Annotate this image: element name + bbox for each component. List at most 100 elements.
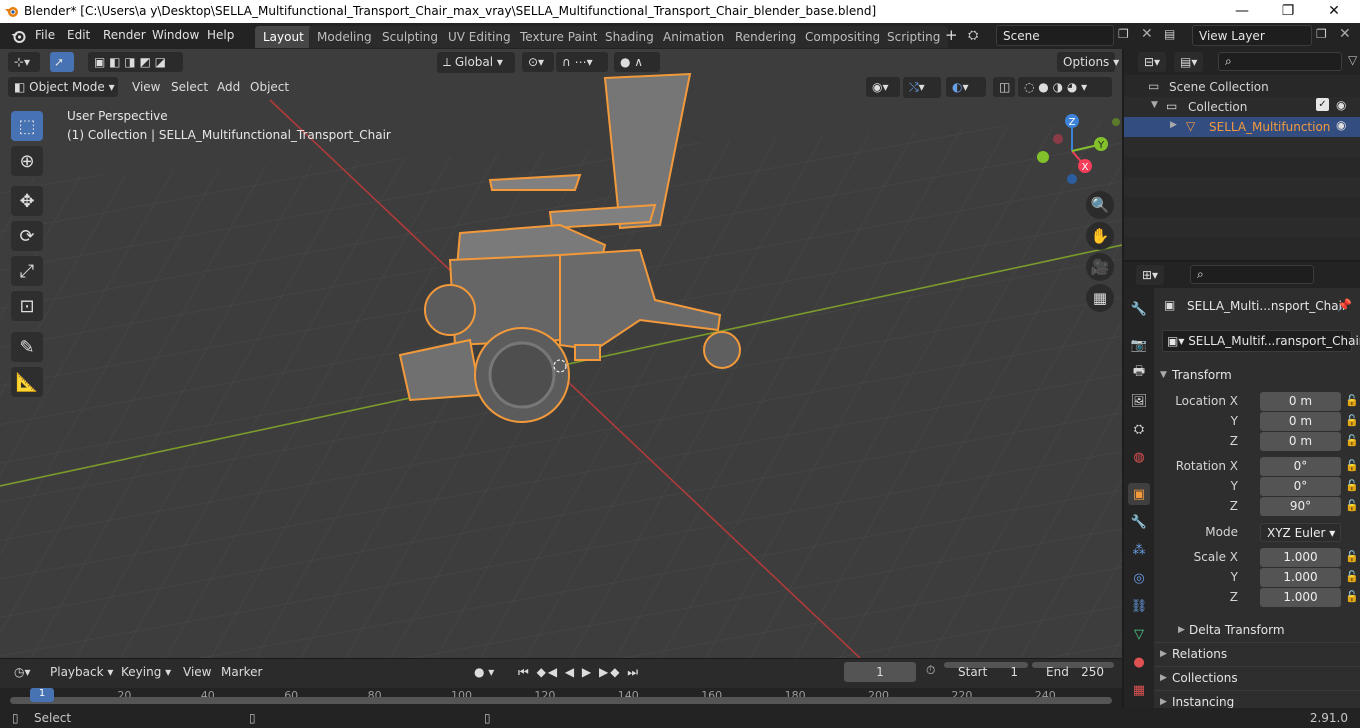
scale-y-field[interactable]: 1.000 (1260, 568, 1341, 587)
tab-rendering[interactable]: Rendering (727, 26, 805, 48)
view-layer-icon[interactable]: ▤ (1164, 27, 1175, 41)
outliner-display-mode[interactable]: ▤▾ (1174, 52, 1204, 72)
menu-object[interactable]: Object (244, 77, 295, 97)
tab-particles[interactable]: ⁂ (1128, 539, 1150, 561)
outliner-row-scene-collection[interactable]: ▭ Scene Collection (1124, 77, 1360, 97)
collection-eye-icon[interactable]: ◉ (1336, 98, 1346, 112)
current-frame-field[interactable]: 1 (844, 662, 916, 682)
rotation-mode-select[interactable]: XYZ Euler ▾ (1260, 523, 1341, 542)
lock-icon[interactable]: 🔓 (1345, 570, 1359, 583)
xray-toggle[interactable]: ◫ (993, 77, 1015, 97)
object-expand-icon[interactable]: ▶ (1170, 120, 1177, 130)
editor-type-button[interactable]: ⊹▾ (8, 52, 40, 72)
object-eye-icon[interactable]: ◉ (1336, 118, 1346, 132)
filter-icon[interactable]: ▽ (1348, 53, 1357, 67)
shading-modes[interactable]: ◌ ● ◑ ◕ ▾ (1018, 77, 1112, 97)
tab-render[interactable]: 📷 (1128, 334, 1150, 356)
3d-viewport[interactable]: ⊹▾ ➚ ▣ ◧ ◨ ◩ ◪ ⟂ Global ▾ ⊙▾ ∩ ⋯▾ ● ∧ Op… (0, 49, 1122, 658)
relations-header[interactable]: ▶ Relations (1154, 642, 1360, 664)
location-y-field[interactable]: 0 m (1260, 412, 1341, 431)
menu-keying[interactable]: Keying ▾ (115, 662, 177, 682)
zoom-button[interactable]: 🔍 (1086, 191, 1114, 219)
remove-scene-icon[interactable]: ✕ (1141, 26, 1153, 42)
tab-view-layer[interactable]: 🖼 (1128, 390, 1150, 412)
lock-icon[interactable]: 🔓 (1345, 394, 1359, 407)
options-button[interactable]: Options ▾ (1057, 52, 1119, 72)
cursor-tool[interactable]: ⊕ (11, 146, 43, 176)
annotate-tool[interactable]: ✎ (11, 332, 43, 362)
tab-modifiers[interactable]: 🔧 (1128, 511, 1150, 533)
blender-menu-icon[interactable] (10, 28, 27, 44)
tab-tool[interactable]: 🔧 (1128, 298, 1150, 320)
timeline-editor-type[interactable]: ◷▾ (8, 662, 37, 682)
menu-add[interactable]: Add (211, 77, 246, 97)
menu-marker[interactable]: Marker (215, 662, 268, 682)
end-frame-field[interactable]: End 250 (1032, 662, 1114, 679)
collections-header[interactable]: ▶ Collections (1154, 666, 1360, 688)
transform-panel-header[interactable]: ▼ Transform (1154, 364, 1360, 386)
rotation-x-field[interactable]: 0° (1260, 457, 1341, 476)
collection-checkbox[interactable]: ✓ (1316, 98, 1329, 111)
pin-icon[interactable]: 📌 (1337, 298, 1352, 312)
transform-tool[interactable]: ⊡ (11, 291, 43, 321)
tab-shading[interactable]: Shading (597, 26, 662, 48)
menu-timeline-view[interactable]: View (177, 662, 217, 682)
rotation-y-field[interactable]: 0° (1260, 477, 1341, 496)
menu-playback[interactable]: Playback ▾ (44, 662, 119, 682)
proportional-edit-button[interactable]: ● ∧ (614, 52, 660, 72)
select-box-tool[interactable]: ⬚ (11, 111, 43, 141)
tab-uv-editing[interactable]: UV Editing (440, 26, 519, 48)
mode-selector[interactable]: ◧ Object Mode ▾ (8, 77, 118, 97)
snap-button[interactable]: ∩ ⋯▾ (556, 52, 608, 72)
tab-compositing[interactable]: Compositing (797, 26, 889, 48)
location-x-field[interactable]: 0 m (1260, 392, 1341, 411)
properties-editor-type[interactable]: ⊞▾ (1136, 265, 1165, 285)
tab-data[interactable]: ▽ (1128, 623, 1150, 645)
menu-view[interactable]: View (126, 77, 166, 97)
properties-search-input[interactable]: ⌕ (1190, 265, 1314, 284)
scale-z-field[interactable]: 1.000 (1260, 588, 1341, 607)
move-tool[interactable]: ✥ (11, 186, 43, 216)
lock-icon[interactable]: 🔓 (1345, 499, 1359, 512)
view-layer-selector[interactable]: View Layer (1192, 25, 1312, 46)
visibility-filter-button[interactable]: ◉▾ (866, 77, 900, 97)
pan-button[interactable]: ✋ (1086, 222, 1114, 250)
menu-window[interactable]: Window (152, 28, 199, 42)
add-workspace-button[interactable]: + (945, 26, 958, 44)
rotation-z-field[interactable]: 90° (1260, 497, 1341, 516)
collection-expand-icon[interactable]: ▼ (1151, 100, 1158, 110)
scene-icon[interactable]: ⛭ (968, 28, 978, 43)
start-frame-field[interactable]: Start 1 (944, 662, 1028, 679)
measure-tool[interactable]: 📐 (11, 367, 43, 397)
tab-texture-paint[interactable]: Texture Paint (512, 26, 606, 48)
tab-output[interactable]: 🖶 (1128, 362, 1150, 384)
navigation-gizmo[interactable]: Z X Y (1030, 111, 1120, 191)
object-name-field[interactable]: ▣▾ SELLA_Multif...ransport_Chair (1162, 330, 1360, 352)
lock-icon[interactable]: 🔓 (1345, 459, 1359, 472)
tab-texture[interactable]: ▦ (1128, 679, 1150, 701)
pivot-point-button[interactable]: ⊙▾ (522, 52, 554, 72)
overlays-button[interactable]: ◐▾ (946, 77, 986, 97)
scale-x-field[interactable]: 1.000 (1260, 548, 1341, 567)
tab-object[interactable]: ▣ (1128, 483, 1150, 505)
remove-view-layer-icon[interactable]: ✕ (1339, 26, 1351, 42)
transform-orientation-select[interactable]: ⟂ Global ▾ (437, 52, 515, 73)
menu-select[interactable]: Select (165, 77, 214, 97)
outliner-editor-type[interactable]: ⊟▾ (1138, 52, 1167, 72)
playback-controls[interactable]: ⏮ ◆◀ ◀ ▶ ▶◆ ⏭ (512, 662, 638, 683)
auto-keying-button[interactable]: ● ▾ (468, 662, 506, 682)
outliner-row-object[interactable]: ▶ ▽ SELLA_Multifunction ◉ (1124, 117, 1360, 137)
tab-physics[interactable]: ◎ (1128, 567, 1150, 589)
location-z-field[interactable]: 0 m (1260, 432, 1341, 451)
lock-icon[interactable]: 🔓 (1345, 550, 1359, 563)
tab-world[interactable]: ◍ (1128, 446, 1150, 468)
minimize-button[interactable]: — (1219, 2, 1265, 22)
new-view-layer-icon[interactable]: ❐ (1316, 27, 1327, 41)
tab-scripting[interactable]: Scripting (879, 26, 949, 48)
lock-icon[interactable]: 🔓 (1345, 414, 1359, 427)
outliner-search-input[interactable]: ⌕ (1218, 52, 1342, 71)
delta-transform-header[interactable]: ▶ Delta Transform (1170, 619, 1360, 641)
lock-icon[interactable]: 🔓 (1345, 479, 1359, 492)
scale-tool[interactable]: ⤢ (11, 256, 43, 286)
select-mode-button[interactable]: ➚ (50, 52, 74, 72)
